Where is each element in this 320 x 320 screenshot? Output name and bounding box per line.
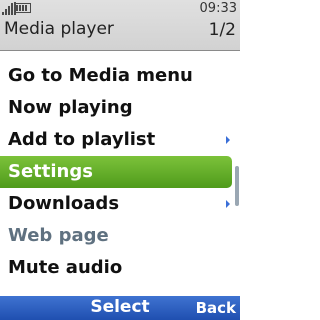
softkey-bar: Select Back bbox=[0, 296, 240, 320]
menu-item-label: Mute audio bbox=[8, 257, 123, 278]
status-clock: 09:33 bbox=[199, 1, 237, 16]
menu-item-downloads[interactable]: Downloads bbox=[0, 188, 232, 220]
scrollbar-thumb[interactable] bbox=[235, 166, 239, 206]
header-bar: 09:33 Media player 1/2 bbox=[0, 0, 240, 51]
battery-icon bbox=[14, 3, 31, 13]
options-menu: Go to Media menu Now playing Add to play… bbox=[0, 60, 232, 284]
menu-item-label: Now playing bbox=[8, 97, 133, 118]
page-title: Media player bbox=[4, 19, 114, 39]
menu-item-web-page: Web page bbox=[0, 220, 232, 252]
menu-scrollbar[interactable] bbox=[235, 58, 239, 288]
menu-item-label: Go to Media menu bbox=[8, 65, 193, 86]
back-softkey[interactable]: Back bbox=[196, 299, 236, 317]
menu-item-settings[interactable]: Settings bbox=[0, 156, 232, 188]
menu-item-label: Web page bbox=[8, 225, 109, 246]
menu-item-label: Settings bbox=[8, 161, 93, 182]
menu-item-add-to-playlist[interactable]: Add to playlist bbox=[0, 124, 232, 156]
menu-item-go-to-media-menu[interactable]: Go to Media menu bbox=[0, 60, 232, 92]
menu-item-mute-audio[interactable]: Mute audio bbox=[0, 252, 232, 284]
menu-item-label: Add to playlist bbox=[8, 129, 156, 150]
page-indicator: 1/2 bbox=[208, 20, 236, 40]
menu-item-now-playing[interactable]: Now playing bbox=[0, 92, 232, 124]
menu-item-label: Downloads bbox=[8, 193, 120, 214]
submenu-arrow-icon bbox=[226, 136, 230, 144]
submenu-arrow-icon bbox=[226, 200, 230, 208]
